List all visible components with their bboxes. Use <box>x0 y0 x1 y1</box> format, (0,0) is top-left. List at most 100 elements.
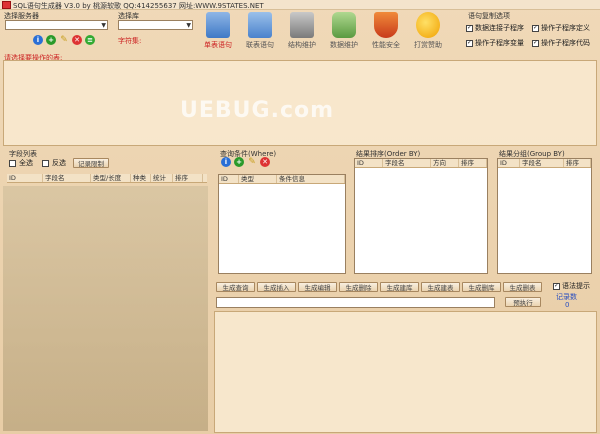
chevron-down-icon: ▼ <box>186 22 191 29</box>
data-icon <box>332 12 356 38</box>
edit-icon[interactable]: ✎ <box>247 157 257 167</box>
order-header: ID 字段名 方向 排序 <box>355 159 487 168</box>
options-title: 语句复制选项 <box>468 12 510 20</box>
info-icon[interactable]: i <box>221 157 231 167</box>
invert-label: 反选 <box>52 159 66 167</box>
toolbar-label: 数据维护 <box>330 41 358 49</box>
generate-insert-button[interactable]: 生成插入 <box>257 282 296 292</box>
shield-icon <box>374 12 398 38</box>
column-header[interactable]: 条件信息 <box>277 175 345 183</box>
column-header[interactable]: ID <box>498 159 520 167</box>
sql-output-area[interactable] <box>214 311 597 433</box>
toolbar-label: 性能安全 <box>372 41 400 49</box>
column-header[interactable]: 排序 <box>459 159 487 167</box>
column-header[interactable]: ID <box>7 174 43 182</box>
title-bar: SQL语句生成器 V3.0 by 桃源软歌 QQ:414255637 网址:WW… <box>0 0 600 10</box>
toolbar-security[interactable]: 性能安全 <box>368 12 404 52</box>
column-header[interactable]: ID <box>219 175 239 183</box>
where-header: ID 类型 条件信息 <box>219 175 345 184</box>
delete-icon[interactable]: ✕ <box>260 157 270 167</box>
record-limit-button[interactable]: 记录限制 <box>73 158 109 168</box>
generate-delete-button[interactable]: 生成删除 <box>339 282 378 292</box>
connect-icon[interactable]: ≡ <box>85 35 95 45</box>
watermark-logo: UEBUG.com <box>180 98 335 123</box>
option-label: 操作子程序定义 <box>541 24 590 32</box>
column-header[interactable]: 字段名 <box>383 159 431 167</box>
record-count-value: 0 <box>565 301 570 309</box>
option-proc-definition[interactable]: ✓ 操作子程序定义 <box>532 23 590 33</box>
option-label: 操作子程序变量 <box>475 39 524 47</box>
toolbar-data[interactable]: 数据维护 <box>326 12 362 52</box>
generate-drop-db-button[interactable]: 生成删库 <box>462 282 501 292</box>
toolbar-label: 结构维护 <box>288 41 316 49</box>
toolbar-sponsor[interactable]: 打赏赞助 <box>410 12 446 52</box>
database-select[interactable]: ▼ <box>118 20 193 30</box>
app-icon <box>2 1 11 9</box>
server-group: 选择服务器 ▼ i + ✎ ✕ ≡ <box>2 11 112 48</box>
option-data-connection[interactable]: ✓ 数据连接子程序 <box>466 23 524 33</box>
syntax-hint-option[interactable]: ✓ 语法提示 <box>553 281 590 291</box>
checkbox-checked-icon[interactable]: ✓ <box>532 24 539 32</box>
checkbox-checked-icon[interactable]: ✓ <box>553 282 560 290</box>
column-header[interactable]: 统计 <box>151 174 173 182</box>
column-header[interactable]: 排序 <box>564 159 591 167</box>
edit-icon[interactable]: ✎ <box>59 35 69 45</box>
add-icon[interactable]: + <box>234 157 244 167</box>
column-header[interactable]: 字段名 <box>520 159 564 167</box>
toolbar-label: 单表语句 <box>204 41 232 49</box>
select-all-checkbox[interactable] <box>9 159 16 167</box>
checkbox-checked-icon[interactable]: ✓ <box>466 24 473 32</box>
copy-options: 语句复制选项 ✓ 数据连接子程序 ✓ 操作子程序定义 ✓ 操作子程序变量 ✓ 操… <box>466 11 598 53</box>
background-image <box>3 186 208 431</box>
generate-update-button[interactable]: 生成编辑 <box>298 282 337 292</box>
toolbar-join-table[interactable]: 联表语句 <box>242 12 278 52</box>
column-header[interactable]: 类型/长度 <box>91 174 131 182</box>
fields-header: ID 字段名 类型/长度 种类 统计 排序 <box>7 174 207 183</box>
toolbar-label: 联表语句 <box>246 41 274 49</box>
column-header[interactable]: 排序 <box>173 174 203 182</box>
chevron-down-icon: ▼ <box>101 22 106 29</box>
option-proc-variables[interactable]: ✓ 操作子程序变量 <box>466 38 524 48</box>
generate-select-button[interactable]: 生成查询 <box>216 282 255 292</box>
charset-label: 字符集: <box>118 37 142 45</box>
window-title: SQL语句生成器 V3.0 by 桃源软歌 QQ:414255637 网址:WW… <box>13 2 264 10</box>
info-icon[interactable]: i <box>33 35 43 45</box>
sql-input[interactable] <box>216 297 495 308</box>
syntax-hint-label: 语法提示 <box>562 282 590 290</box>
where-actions: i + ✎ ✕ <box>221 157 270 167</box>
column-header[interactable]: ID <box>355 159 383 167</box>
server-select[interactable]: ▼ <box>5 20 108 30</box>
option-label: 数据连接子程序 <box>475 24 524 32</box>
generate-create-table-button[interactable]: 生成建表 <box>421 282 460 292</box>
sponsor-icon <box>416 12 440 38</box>
toolbar-single-table[interactable]: 单表语句 <box>200 12 236 52</box>
single-table-icon <box>206 12 230 38</box>
toolbar-structure[interactable]: 结构维护 <box>284 12 320 52</box>
toolbar: 单表语句 联表语句 结构维护 数据维护 性能安全 打赏赞助 <box>200 12 446 52</box>
column-header[interactable]: 种类 <box>131 174 151 182</box>
select-all-label: 全选 <box>19 159 33 167</box>
option-proc-code[interactable]: ✓ 操作子程序代码 <box>532 38 590 48</box>
delete-icon[interactable]: ✕ <box>72 35 82 45</box>
pre-execute-button[interactable]: 预执行 <box>505 297 541 307</box>
fields-toolbar: 全选 反选 记录限制 <box>9 158 109 168</box>
generate-drop-table-button[interactable]: 生成删表 <box>503 282 542 292</box>
checkbox-checked-icon[interactable]: ✓ <box>532 39 539 47</box>
generate-create-db-button[interactable]: 生成建库 <box>380 282 419 292</box>
group-list[interactable]: ID 字段名 排序 <box>497 158 592 274</box>
column-header[interactable]: 方向 <box>431 159 459 167</box>
group-header: ID 字段名 排序 <box>498 159 591 168</box>
toolbar-label: 打赏赞助 <box>414 41 442 49</box>
order-list[interactable]: ID 字段名 方向 排序 <box>354 158 488 274</box>
structure-icon <box>290 12 314 38</box>
database-group: 选择库 ▼ 字符集: <box>116 11 196 48</box>
where-list[interactable]: ID 类型 条件信息 <box>218 174 346 274</box>
column-header[interactable]: 字段名 <box>43 174 91 182</box>
generate-buttons: 生成查询 生成插入 生成编辑 生成删除 生成建库 生成建表 生成删库 生成删表 <box>216 282 542 292</box>
add-icon[interactable]: + <box>46 35 56 45</box>
server-actions: i + ✎ ✕ ≡ <box>33 35 95 45</box>
join-table-icon <box>248 12 272 38</box>
invert-checkbox[interactable] <box>42 159 49 167</box>
column-header[interactable]: 类型 <box>239 175 277 183</box>
checkbox-checked-icon[interactable]: ✓ <box>466 39 473 47</box>
